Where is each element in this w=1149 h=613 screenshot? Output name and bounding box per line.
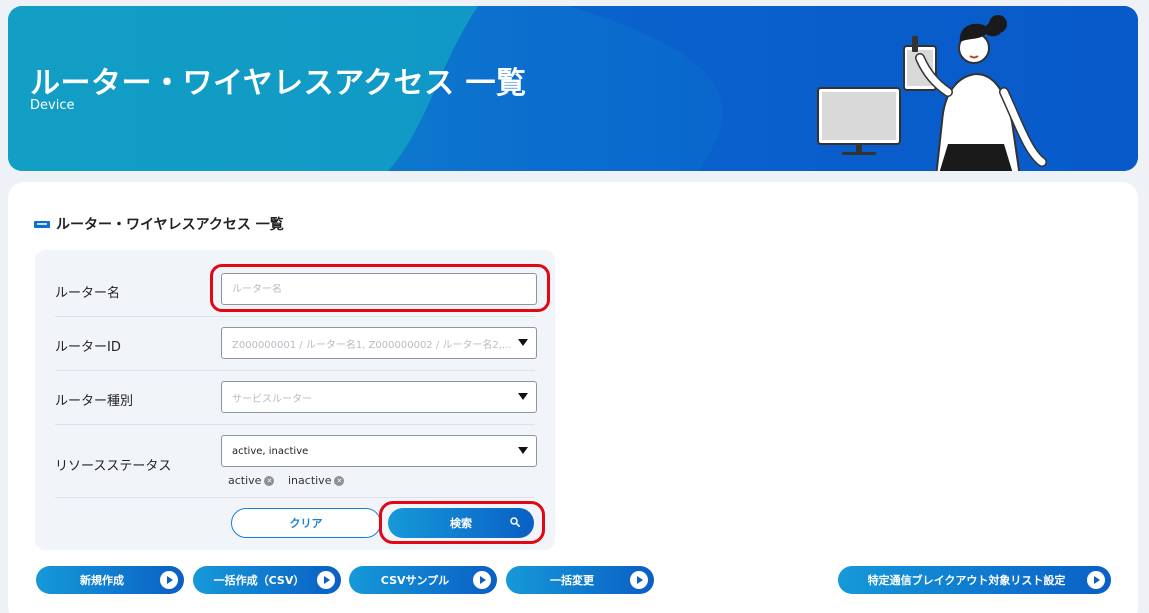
router-id-placeholder: Z000000001 / ルーター名1, Z000000002 / ルーター名2…	[232, 339, 512, 351]
chevron-down-icon[interactable]	[518, 339, 528, 346]
breakout-list-settings-button[interactable]: 特定通信ブレイクアウト対象リスト設定	[838, 566, 1111, 594]
resource-status-select[interactable]: active, inactive	[221, 435, 537, 467]
router-type-label: ルーター種別	[55, 394, 134, 409]
chevron-down-icon[interactable]	[518, 393, 528, 400]
status-chip-active: active ✕	[228, 474, 275, 487]
search-form-panel: ルーター名 ルーターID Z000000001 / ルーター名1, Z00000…	[35, 250, 555, 550]
breakout-list-settings-label: 特定通信ブレイクアウト対象リスト設定	[867, 574, 1066, 587]
page-title: ルーター・ワイヤレスアクセス 一覧	[30, 66, 527, 101]
bulk-change-label: 一括変更	[550, 574, 594, 587]
play-circle-icon	[1087, 571, 1105, 589]
bulk-create-label: 一括作成（CSV）	[213, 574, 305, 587]
router-id-select[interactable]: Z000000001 / ルーター名1, Z000000002 / ルーター名2…	[221, 327, 537, 359]
router-type-select[interactable]: サービスルーター	[221, 381, 537, 413]
play-circle-icon	[473, 571, 491, 589]
search-button-highlight	[379, 501, 545, 544]
header-banner: ルーター・ワイヤレスアクセス 一覧 Device	[8, 6, 1138, 171]
router-name-highlight	[210, 264, 550, 312]
router-type-row: ルーター種別 サービスルーター	[55, 371, 537, 425]
clear-button-label: クリア	[289, 517, 323, 530]
section-bar-icon	[34, 220, 50, 228]
new-create-button[interactable]: 新規作成	[36, 566, 184, 594]
page-subtitle: Device	[30, 98, 75, 113]
play-circle-icon	[317, 571, 335, 589]
resource-status-row: リソースステータス active, inactive active ✕ inac…	[55, 425, 537, 498]
router-name-label: ルーター名	[55, 286, 121, 301]
remove-chip-icon[interactable]: ✕	[334, 475, 345, 486]
router-id-label: ルーターID	[55, 340, 121, 355]
woman-with-devices-illustration	[817, 15, 1047, 171]
status-chip-inactive: inactive ✕	[288, 474, 345, 487]
remove-chip-icon[interactable]: ✕	[264, 475, 275, 486]
status-chip-label: active	[228, 474, 262, 487]
resource-status-value: active, inactive	[232, 445, 309, 457]
csv-sample-button[interactable]: CSVサンプル	[349, 566, 497, 594]
clear-button[interactable]: クリア	[231, 508, 381, 538]
play-circle-icon	[630, 571, 648, 589]
section-title: ルーター・ワイヤレスアクセス 一覧	[34, 214, 284, 234]
status-chip-label: inactive	[288, 474, 332, 487]
new-create-label: 新規作成	[80, 574, 124, 587]
bulk-change-button[interactable]: 一括変更	[506, 566, 654, 594]
play-circle-icon	[160, 571, 178, 589]
router-type-placeholder: サービスルーター	[232, 393, 312, 405]
resource-status-label: リソースステータス	[55, 459, 172, 474]
csv-sample-label: CSVサンプル	[380, 574, 450, 587]
section-title-text: ルーター・ワイヤレスアクセス 一覧	[56, 217, 284, 233]
main-card: ルーター・ワイヤレスアクセス 一覧 ルーター名 ルーターID Z00000000…	[8, 182, 1138, 613]
bulk-create-csv-button[interactable]: 一括作成（CSV）	[193, 566, 341, 594]
chevron-down-icon[interactable]	[518, 447, 528, 454]
router-id-row: ルーターID Z000000001 / ルーター名1, Z000000002 /…	[55, 317, 537, 371]
